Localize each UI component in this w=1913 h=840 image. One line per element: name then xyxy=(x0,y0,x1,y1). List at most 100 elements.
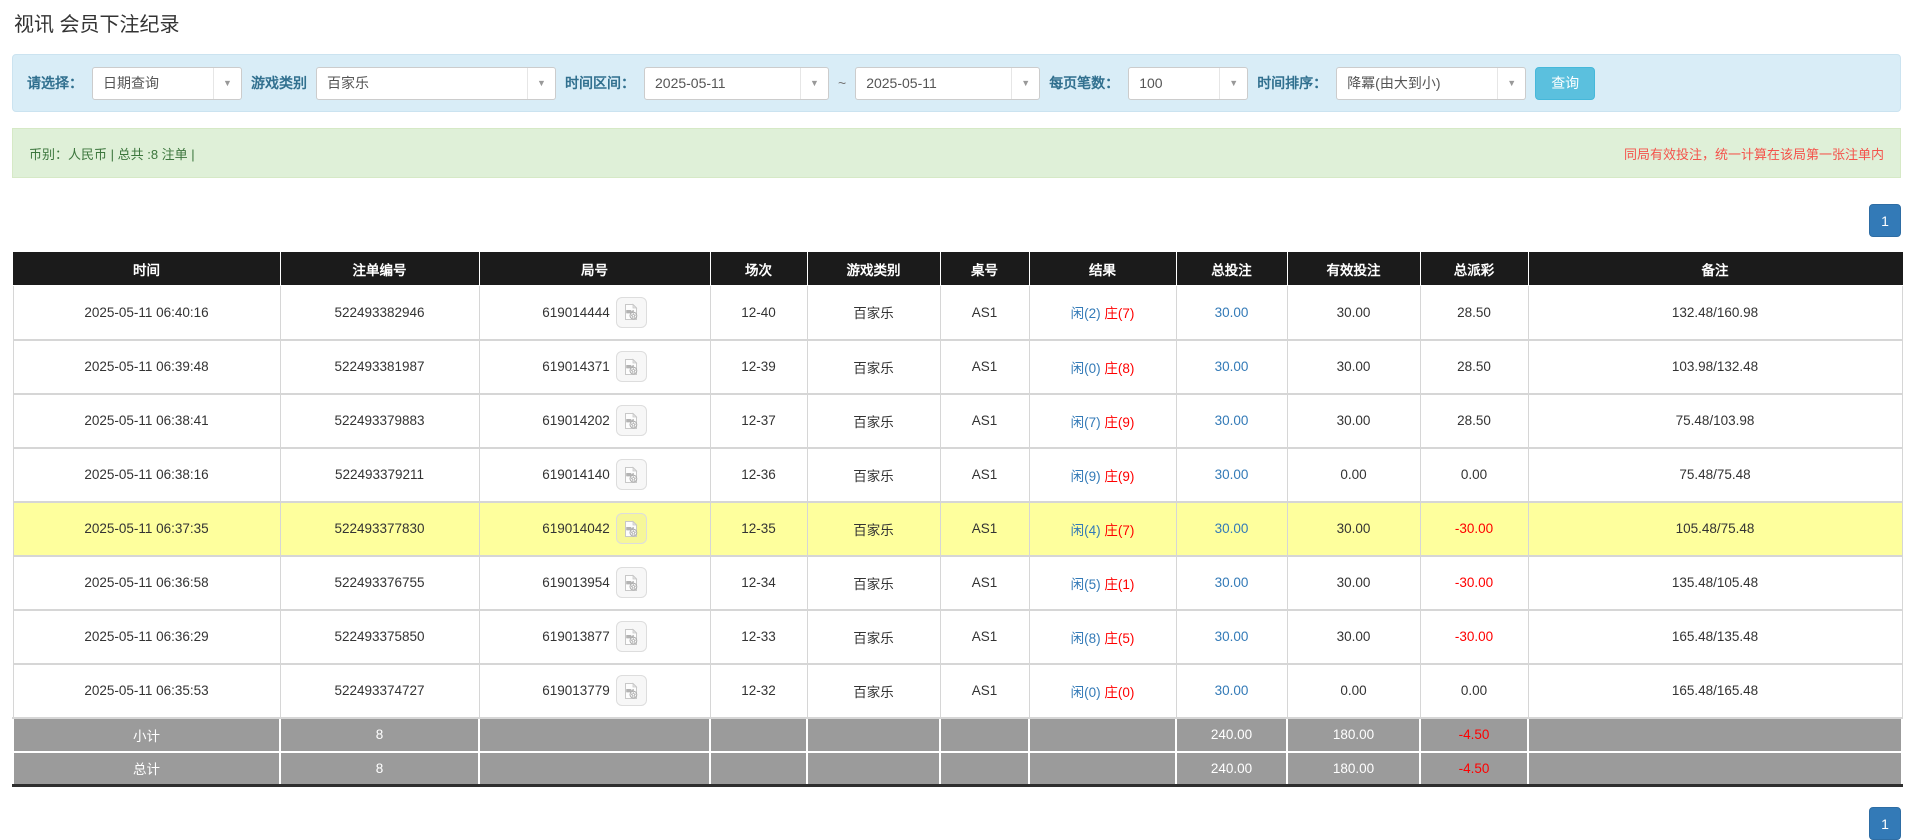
per-page-select[interactable]: 100 ▼ xyxy=(1128,67,1248,100)
header-table: 桌号 xyxy=(940,253,1029,286)
cell-game: 百家乐 xyxy=(807,394,940,448)
cell-session: 12-39 xyxy=(710,340,807,394)
video-replay-button[interactable] xyxy=(616,621,647,652)
result-banker: 庄(1) xyxy=(1104,577,1134,592)
cell-result: 闲(0) 庄(8) xyxy=(1029,340,1176,394)
same-round-notice: 同局有效投注，统一计算在该局第一张注单内 xyxy=(1624,144,1884,163)
game-category-select[interactable]: 百家乐 ▼ xyxy=(316,67,556,100)
subtotal-payout: -4.50 xyxy=(1420,718,1528,752)
table-row: 2025-05-11 06:38:41 522493379883 6190142… xyxy=(13,394,1902,448)
cell-payout: 28.50 xyxy=(1420,340,1528,394)
video-replay-button[interactable] xyxy=(616,675,647,706)
cell-round-number: 619013779 xyxy=(542,683,610,698)
subtotal-row: 小计 8 240.00 180.00 -4.50 xyxy=(13,718,1902,752)
cell-round-number: 619013954 xyxy=(542,575,610,590)
cell-time: 2025-05-11 06:40:16 xyxy=(13,286,280,340)
header-game: 游戏类别 xyxy=(807,253,940,286)
date-to-select[interactable]: 2025-05-11 ▼ xyxy=(855,67,1040,100)
table-row: 2025-05-11 06:35:53 522493374727 6190137… xyxy=(13,664,1902,718)
total-bet-link[interactable]: 30.00 xyxy=(1215,575,1249,590)
cell-remark: 103.98/132.48 xyxy=(1528,340,1902,394)
cell-time: 2025-05-11 06:36:58 xyxy=(13,556,280,610)
cell-time: 2025-05-11 06:39:48 xyxy=(13,340,280,394)
total-bet-link[interactable]: 30.00 xyxy=(1215,305,1249,320)
date-from-value: 2025-05-11 xyxy=(645,75,800,91)
chevron-down-icon: ▼ xyxy=(800,68,828,99)
result-player: 闲(2) xyxy=(1071,306,1101,321)
table-body: 2025-05-11 06:40:16 522493382946 6190144… xyxy=(13,286,1902,718)
total-count: 8 xyxy=(280,752,479,786)
video-replay-button[interactable] xyxy=(616,405,647,436)
video-file-icon xyxy=(621,681,641,701)
date-from-select[interactable]: 2025-05-11 ▼ xyxy=(644,67,829,100)
cell-time: 2025-05-11 06:35:53 xyxy=(13,664,280,718)
video-file-icon xyxy=(621,357,641,377)
header-payout: 总派彩 xyxy=(1420,253,1528,286)
cell-bet-id: 522493375850 xyxy=(280,610,479,664)
cell-table: AS1 xyxy=(940,610,1029,664)
total-bet-link[interactable]: 30.00 xyxy=(1215,413,1249,428)
summary-bar: 币别：人民币 | 总共 :8 注单 | 同局有效投注，统一计算在该局第一张注单内 xyxy=(12,128,1901,178)
subtotal-valid-bet: 180.00 xyxy=(1287,718,1420,752)
page-title: 视讯 会员下注纪录 xyxy=(14,8,180,37)
result-banker: 庄(9) xyxy=(1104,469,1134,484)
cell-result: 闲(5) 庄(1) xyxy=(1029,556,1176,610)
cell-valid-bet: 30.00 xyxy=(1287,286,1420,340)
result-player: 闲(7) xyxy=(1071,415,1101,430)
cell-game: 百家乐 xyxy=(807,502,940,556)
video-replay-button[interactable] xyxy=(616,459,647,490)
header-valid-bet: 有效投注 xyxy=(1287,253,1420,286)
cell-table: AS1 xyxy=(940,286,1029,340)
video-file-icon xyxy=(621,627,641,647)
cell-game: 百家乐 xyxy=(807,448,940,502)
cell-round-number: 619014140 xyxy=(542,467,610,482)
header-round: 局号 xyxy=(479,253,710,286)
cell-table: AS1 xyxy=(940,340,1029,394)
cell-result: 闲(9) 庄(9) xyxy=(1029,448,1176,502)
result-banker: 庄(5) xyxy=(1104,631,1134,646)
total-label: 总计 xyxy=(13,752,280,786)
header-result: 结果 xyxy=(1029,253,1176,286)
pagination-page-1-bottom[interactable]: 1 xyxy=(1869,807,1901,840)
cell-valid-bet: 30.00 xyxy=(1287,610,1420,664)
chevron-down-icon: ▼ xyxy=(213,68,241,99)
total-valid-bet: 180.00 xyxy=(1287,752,1420,786)
cell-round-number: 619013877 xyxy=(542,629,610,644)
cell-bet-id: 522493381987 xyxy=(280,340,479,394)
table-row: 2025-05-11 06:37:35 522493377830 6190140… xyxy=(13,502,1902,556)
cell-valid-bet: 0.00 xyxy=(1287,448,1420,502)
video-replay-button[interactable] xyxy=(616,567,647,598)
cell-remark: 132.48/160.98 xyxy=(1528,286,1902,340)
video-replay-button[interactable] xyxy=(616,351,647,382)
total-bet-link[interactable]: 30.00 xyxy=(1215,521,1249,536)
query-type-select[interactable]: 日期查询 ▼ xyxy=(92,67,242,100)
result-banker: 庄(0) xyxy=(1104,685,1134,700)
total-bet-link[interactable]: 30.00 xyxy=(1215,683,1249,698)
total-bet-link[interactable]: 30.00 xyxy=(1215,629,1249,644)
game-category-label: 游戏类别 xyxy=(251,73,307,93)
cell-remark: 75.48/75.48 xyxy=(1528,448,1902,502)
chevron-down-icon: ▼ xyxy=(1219,68,1247,99)
table-row: 2025-05-11 06:39:48 522493381987 6190143… xyxy=(13,340,1902,394)
table-row: 2025-05-11 06:36:58 522493376755 6190139… xyxy=(13,556,1902,610)
video-file-icon xyxy=(621,302,641,322)
cell-round-number: 619014371 xyxy=(542,359,610,374)
cell-bet-id: 522493377830 xyxy=(280,502,479,556)
search-button[interactable]: 查询 xyxy=(1535,67,1595,100)
cell-time: 2025-05-11 06:38:41 xyxy=(13,394,280,448)
total-bet-link[interactable]: 30.00 xyxy=(1215,359,1249,374)
time-sort-select[interactable]: 降冪(由大到小) ▼ xyxy=(1336,67,1526,100)
time-sort-label: 时间排序： xyxy=(1257,73,1327,93)
cell-game: 百家乐 xyxy=(807,286,940,340)
cell-bet-id: 522493379211 xyxy=(280,448,479,502)
table-row: 2025-05-11 06:36:29 522493375850 6190138… xyxy=(13,610,1902,664)
video-replay-button[interactable] xyxy=(616,297,647,328)
cell-payout: 0.00 xyxy=(1420,448,1528,502)
video-replay-button[interactable] xyxy=(616,513,647,544)
cell-game: 百家乐 xyxy=(807,664,940,718)
result-player: 闲(5) xyxy=(1071,577,1101,592)
cell-table: AS1 xyxy=(940,502,1029,556)
pagination-page-1[interactable]: 1 xyxy=(1869,204,1901,237)
total-bet-link[interactable]: 30.00 xyxy=(1215,467,1249,482)
cell-table: AS1 xyxy=(940,556,1029,610)
